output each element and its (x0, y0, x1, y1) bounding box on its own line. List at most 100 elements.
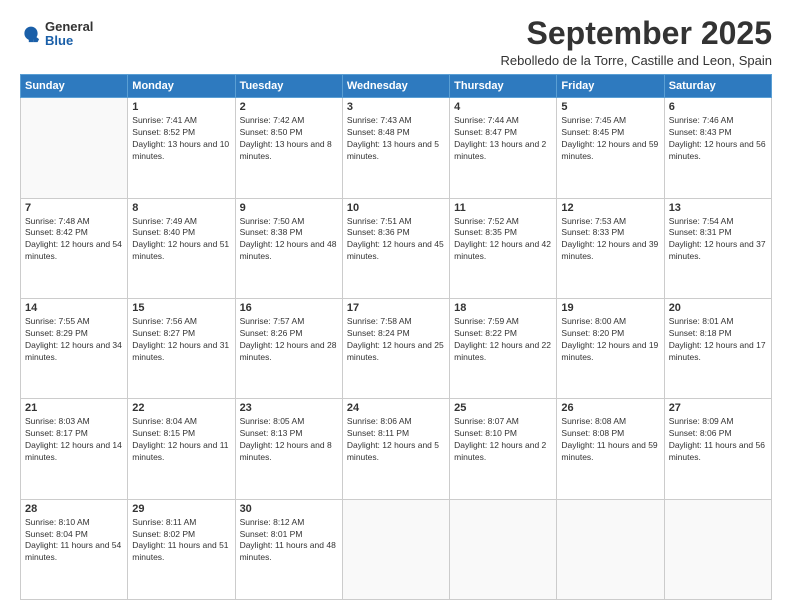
calendar-cell (21, 98, 128, 198)
weekday-header: Tuesday (235, 75, 342, 98)
calendar-cell: 20 Sunrise: 8:01 AMSunset: 8:18 PMDayligh… (664, 298, 771, 398)
day-number: 3 (347, 101, 445, 113)
day-number: 20 (669, 302, 767, 314)
day-info: Sunrise: 8:00 AMSunset: 8:20 PMDaylight:… (561, 316, 659, 364)
day-info: Sunrise: 7:44 AMSunset: 8:47 PMDaylight:… (454, 115, 552, 163)
day-number: 29 (132, 503, 230, 515)
calendar-cell: 5 Sunrise: 7:45 AMSunset: 8:45 PMDaylight… (557, 98, 664, 198)
day-number: 14 (25, 302, 123, 314)
day-number: 5 (561, 101, 659, 113)
day-number: 22 (132, 402, 230, 414)
calendar-cell: 6 Sunrise: 7:46 AMSunset: 8:43 PMDaylight… (664, 98, 771, 198)
calendar-header-row: SundayMondayTuesdayWednesdayThursdayFrid… (21, 75, 772, 98)
day-info: Sunrise: 7:51 AMSunset: 8:36 PMDaylight:… (347, 216, 445, 264)
day-number: 6 (669, 101, 767, 113)
subtitle: Rebolledo de la Torre, Castille and Leon… (501, 53, 773, 68)
weekday-header: Saturday (664, 75, 771, 98)
day-number: 10 (347, 202, 445, 214)
header: General Blue September 2025 Rebolledo de… (20, 16, 772, 68)
calendar-cell: 16Sunrise: 7:57 AMSunset: 8:26 PMDayligh… (235, 298, 342, 398)
day-number: 4 (454, 101, 552, 113)
calendar-cell (450, 499, 557, 599)
calendar-cell: 24 Sunrise: 8:06 AMSunset: 8:11 PMDayligh… (342, 399, 449, 499)
day-info: Sunrise: 8:01 AMSunset: 8:18 PMDaylight:… (669, 316, 767, 364)
day-number: 28 (25, 503, 123, 515)
day-number: 24 (347, 402, 445, 414)
day-number: 1 (132, 101, 230, 113)
calendar-cell: 4 Sunrise: 7:44 AMSunset: 8:47 PMDaylight… (450, 98, 557, 198)
calendar-week-row: 7Sunrise: 7:48 AMSunset: 8:42 PMDaylight… (21, 198, 772, 298)
calendar-cell: 8Sunrise: 7:49 AMSunset: 8:40 PMDaylight… (128, 198, 235, 298)
day-info: Sunrise: 8:10 AMSunset: 8:04 PMDaylight:… (25, 517, 123, 565)
calendar-cell: 30 Sunrise: 8:12 AMSunset: 8:01 PMDayligh… (235, 499, 342, 599)
calendar-week-row: 21Sunrise: 8:03 AMSunset: 8:17 PMDayligh… (21, 399, 772, 499)
calendar-cell: 3 Sunrise: 7:43 AMSunset: 8:48 PMDaylight… (342, 98, 449, 198)
calendar: SundayMondayTuesdayWednesdayThursdayFrid… (20, 74, 772, 600)
day-info: Sunrise: 7:55 AMSunset: 8:29 PMDaylight:… (25, 316, 123, 364)
day-number: 17 (347, 302, 445, 314)
day-number: 2 (240, 101, 338, 113)
day-info: Sunrise: 7:56 AMSunset: 8:27 PMDaylight:… (132, 316, 230, 364)
month-title: September 2025 (501, 16, 773, 51)
weekday-header: Friday (557, 75, 664, 98)
logo-general: General (45, 20, 93, 34)
logo-text: General Blue (45, 20, 93, 49)
logo-icon (20, 23, 42, 45)
day-info: Sunrise: 8:06 AMSunset: 8:11 PMDaylight:… (347, 416, 445, 464)
weekday-header: Monday (128, 75, 235, 98)
calendar-cell: 13Sunrise: 7:54 AMSunset: 8:31 PMDayligh… (664, 198, 771, 298)
day-number: 26 (561, 402, 659, 414)
day-number: 8 (132, 202, 230, 214)
calendar-cell: 9 Sunrise: 7:50 AMSunset: 8:38 PMDaylight… (235, 198, 342, 298)
day-number: 9 (240, 202, 338, 214)
day-info: Sunrise: 7:50 AMSunset: 8:38 PMDaylight:… (240, 216, 338, 264)
day-info: Sunrise: 7:48 AMSunset: 8:42 PMDaylight:… (25, 216, 123, 264)
calendar-cell: 27 Sunrise: 8:09 AMSunset: 8:06 PMDayligh… (664, 399, 771, 499)
day-info: Sunrise: 8:05 AMSunset: 8:13 PMDaylight:… (240, 416, 338, 464)
day-info: Sunrise: 8:12 AMSunset: 8:01 PMDaylight:… (240, 517, 338, 565)
weekday-header: Sunday (21, 75, 128, 98)
weekday-header: Wednesday (342, 75, 449, 98)
calendar-cell (664, 499, 771, 599)
day-number: 13 (669, 202, 767, 214)
day-info: Sunrise: 8:09 AMSunset: 8:06 PMDaylight:… (669, 416, 767, 464)
day-number: 19 (561, 302, 659, 314)
day-number: 18 (454, 302, 552, 314)
day-number: 23 (240, 402, 338, 414)
day-number: 25 (454, 402, 552, 414)
calendar-cell: 19 Sunrise: 8:00 AMSunset: 8:20 PMDayligh… (557, 298, 664, 398)
calendar-cell: 21Sunrise: 8:03 AMSunset: 8:17 PMDayligh… (21, 399, 128, 499)
calendar-cell: 10 Sunrise: 7:51 AMSunset: 8:36 PMDayligh… (342, 198, 449, 298)
weekday-header: Thursday (450, 75, 557, 98)
day-number: 30 (240, 503, 338, 515)
calendar-cell: 11Sunrise: 7:52 AMSunset: 8:35 PMDayligh… (450, 198, 557, 298)
day-info: Sunrise: 7:46 AMSunset: 8:43 PMDaylight:… (669, 115, 767, 163)
day-info: Sunrise: 7:42 AMSunset: 8:50 PMDaylight:… (240, 115, 338, 163)
calendar-cell (557, 499, 664, 599)
calendar-cell: 17 Sunrise: 7:58 AMSunset: 8:24 PMDayligh… (342, 298, 449, 398)
day-info: Sunrise: 8:07 AMSunset: 8:10 PMDaylight:… (454, 416, 552, 464)
day-number: 12 (561, 202, 659, 214)
calendar-cell: 22Sunrise: 8:04 AMSunset: 8:15 PMDayligh… (128, 399, 235, 499)
calendar-week-row: 28 Sunrise: 8:10 AMSunset: 8:04 PMDayligh… (21, 499, 772, 599)
calendar-cell: 12 Sunrise: 7:53 AMSunset: 8:33 PMDayligh… (557, 198, 664, 298)
calendar-cell: 1Sunrise: 7:41 AMSunset: 8:52 PMDaylight… (128, 98, 235, 198)
day-info: Sunrise: 8:08 AMSunset: 8:08 PMDaylight:… (561, 416, 659, 464)
day-number: 11 (454, 202, 552, 214)
calendar-cell (342, 499, 449, 599)
calendar-week-row: 14 Sunrise: 7:55 AMSunset: 8:29 PMDayligh… (21, 298, 772, 398)
day-number: 15 (132, 302, 230, 314)
day-info: Sunrise: 7:57 AMSunset: 8:26 PMDaylight:… (240, 316, 338, 364)
calendar-cell: 23 Sunrise: 8:05 AMSunset: 8:13 PMDayligh… (235, 399, 342, 499)
calendar-cell: 14 Sunrise: 7:55 AMSunset: 8:29 PMDayligh… (21, 298, 128, 398)
day-number: 27 (669, 402, 767, 414)
day-info: Sunrise: 7:43 AMSunset: 8:48 PMDaylight:… (347, 115, 445, 163)
day-info: Sunrise: 7:45 AMSunset: 8:45 PMDaylight:… (561, 115, 659, 163)
calendar-cell: 28 Sunrise: 8:10 AMSunset: 8:04 PMDayligh… (21, 499, 128, 599)
day-info: Sunrise: 7:58 AMSunset: 8:24 PMDaylight:… (347, 316, 445, 364)
day-info: Sunrise: 8:11 AMSunset: 8:02 PMDaylight:… (132, 517, 230, 565)
day-info: Sunrise: 7:53 AMSunset: 8:33 PMDaylight:… (561, 216, 659, 264)
calendar-cell: 18Sunrise: 7:59 AMSunset: 8:22 PMDayligh… (450, 298, 557, 398)
calendar-cell: 26 Sunrise: 8:08 AMSunset: 8:08 PMDayligh… (557, 399, 664, 499)
calendar-cell: 25 Sunrise: 8:07 AMSunset: 8:10 PMDayligh… (450, 399, 557, 499)
